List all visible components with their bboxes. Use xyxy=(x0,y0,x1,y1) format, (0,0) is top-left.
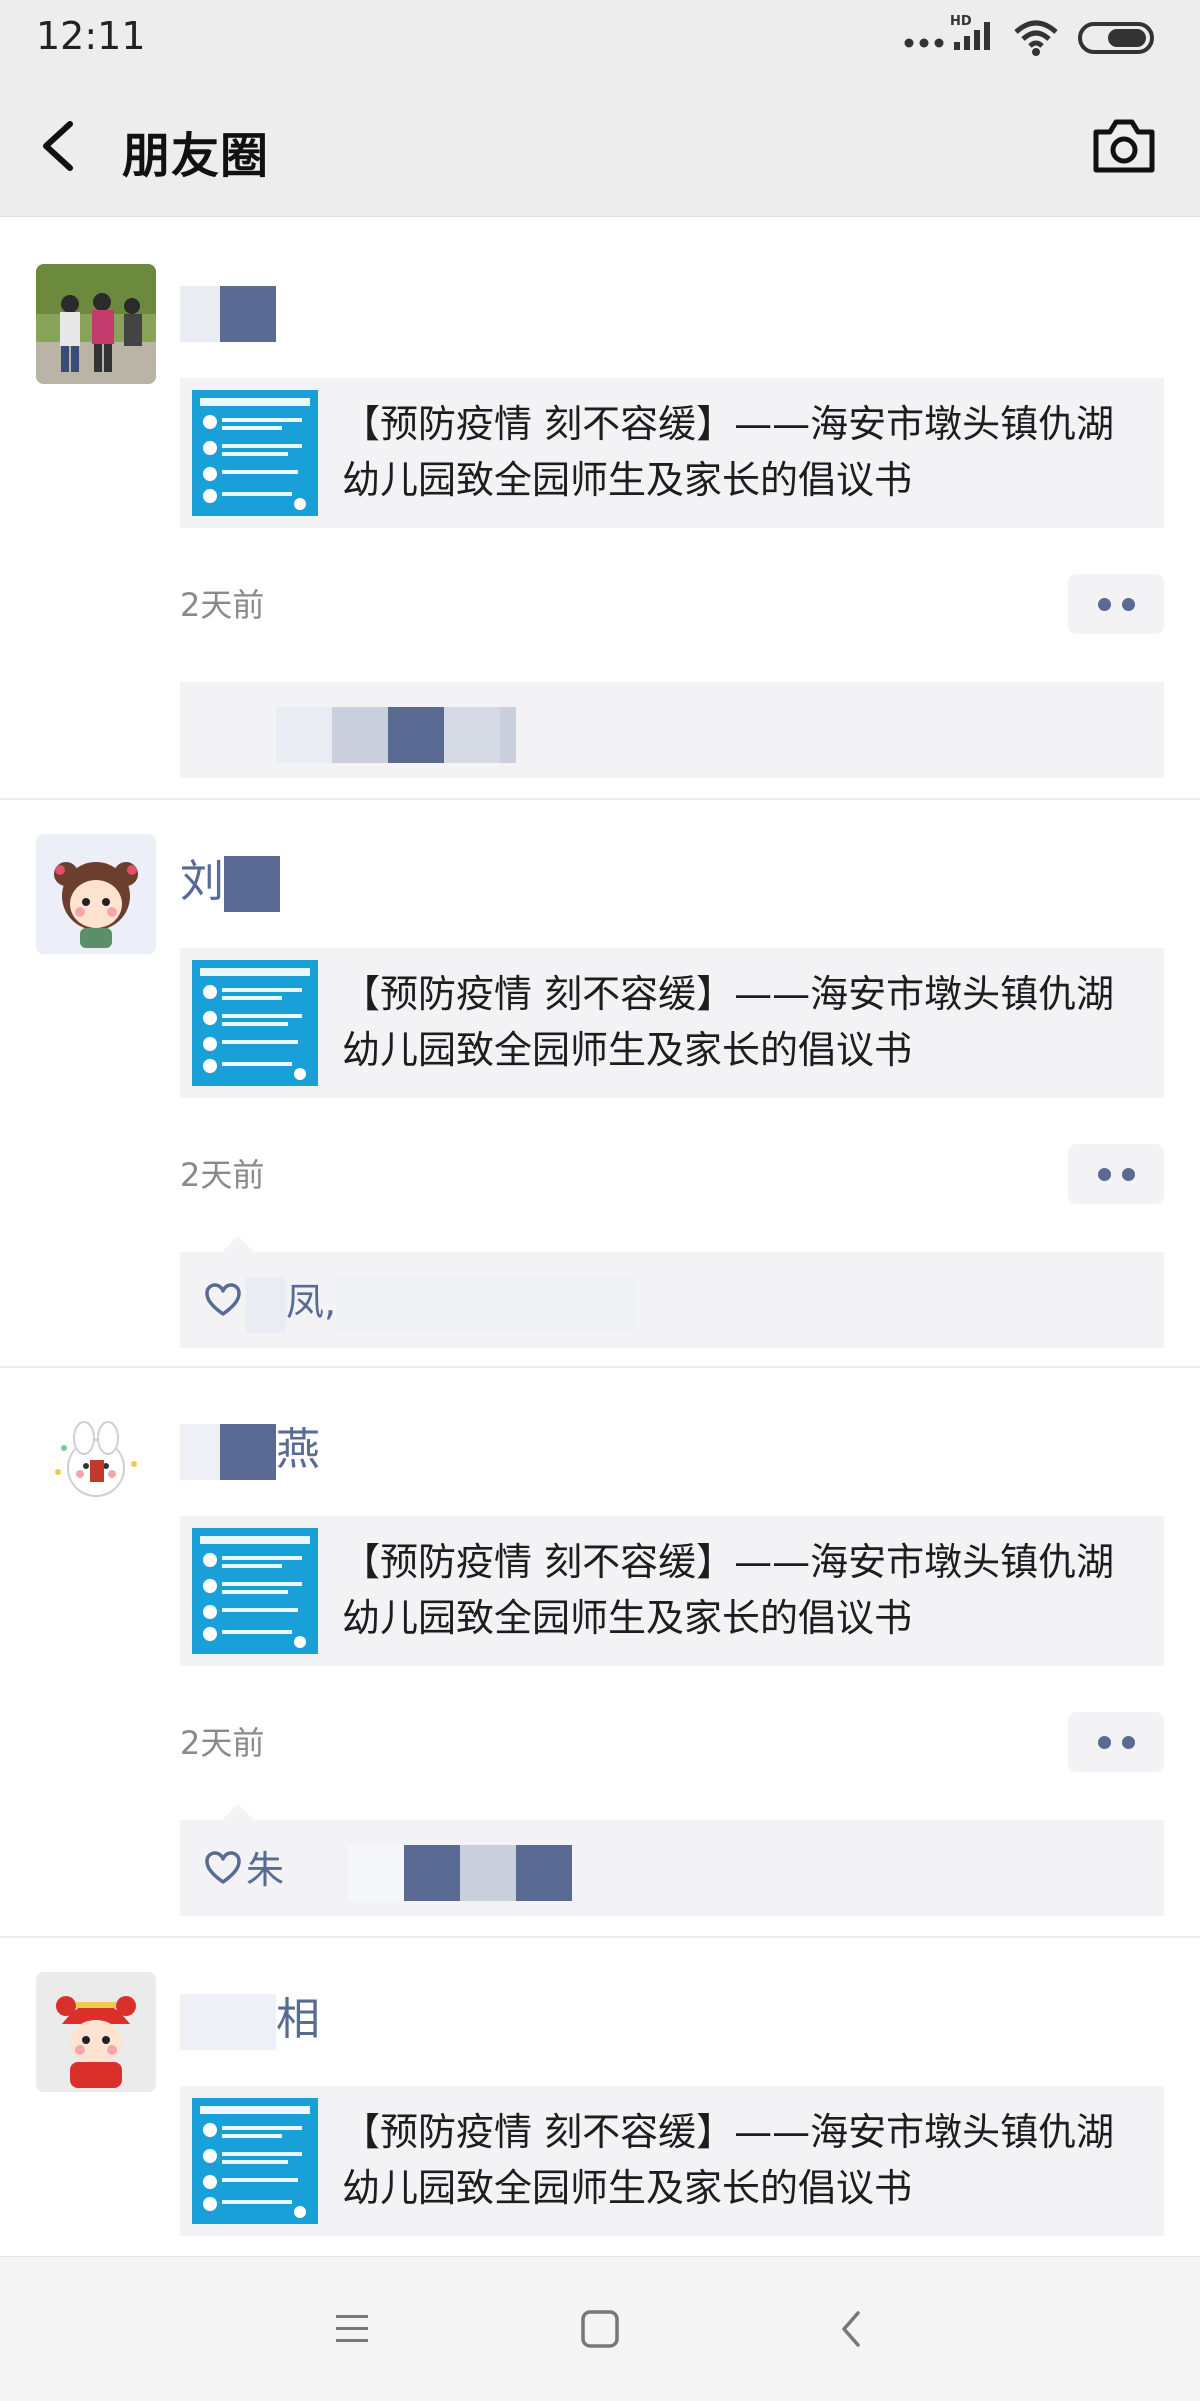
link-thumbnail xyxy=(192,390,318,516)
redacted-block xyxy=(224,856,280,912)
author-name-text: 燕 xyxy=(276,1424,320,1475)
back-triangle-icon xyxy=(824,2311,880,2361)
redacted-block xyxy=(460,1844,517,1901)
moment-post: 燕 【预防疫情 刻不容缓】——海安市墩头镇仇湖幼儿园致全园师生及家长的倡议书 2… xyxy=(0,1366,1200,1938)
wifi-icon xyxy=(1012,18,1060,62)
more-dots-icon xyxy=(904,34,944,53)
link-thumbnail xyxy=(192,960,318,1086)
likes-text: 凤, xyxy=(204,1274,637,1333)
header-bar: 朋友圈 xyxy=(0,76,1200,217)
likes-arrow xyxy=(222,1804,254,1820)
system-nav-bar xyxy=(0,2256,1200,2401)
back-button[interactable] xyxy=(30,110,90,182)
avatar[interactable] xyxy=(36,1402,156,1522)
likes-box xyxy=(180,682,1164,778)
link-thumbnail xyxy=(192,2098,318,2224)
battery-icon xyxy=(1078,18,1162,62)
link-title: 【预防疫情 刻不容缓】——海安市墩头镇仇湖幼儿园致全园师生及家长的倡议书 xyxy=(342,2110,1115,2210)
link-thumbnail xyxy=(192,1528,318,1654)
home-square-icon xyxy=(572,2310,628,2361)
menu-icon xyxy=(324,2315,380,2361)
redacted-block xyxy=(276,706,332,763)
likes-names: 凤, xyxy=(286,1280,337,1324)
post-author-name[interactable]: 相 xyxy=(180,1990,320,2050)
status-bar: 12:11 HD xyxy=(0,0,1200,76)
system-back-button[interactable] xyxy=(824,2301,880,2357)
redacted-block xyxy=(404,1844,461,1901)
redacted-block xyxy=(220,1424,276,1480)
redacted-block xyxy=(444,706,500,763)
redacted-block xyxy=(332,706,388,763)
link-card[interactable]: 【预防疫情 刻不容缓】——海安市墩头镇仇湖幼儿园致全园师生及家长的倡议书 xyxy=(180,378,1164,528)
likes-box: 朱 xyxy=(180,1804,1164,1916)
moment-post: 刘 【预防疫情 刻不容缓】——海安市墩头镇仇湖幼儿园致全园师生及家长的倡议书 2… xyxy=(0,798,1200,1368)
likes-names: 朱 xyxy=(246,1848,285,1892)
post-time: 2天前 xyxy=(180,1156,265,1194)
redacted-block xyxy=(348,1844,405,1901)
more-actions-button[interactable] xyxy=(1068,1144,1164,1204)
link-card[interactable]: 【预防疫情 刻不容缓】——海安市墩头镇仇湖幼儿园致全园师生及家长的倡议书 xyxy=(180,948,1164,1098)
post-author-name[interactable]: 燕 xyxy=(180,1420,320,1480)
page-title: 朋友圈 xyxy=(122,128,270,184)
redacted-block xyxy=(336,1276,637,1333)
chevron-left-icon xyxy=(30,121,90,186)
heart-icon xyxy=(204,1277,242,1333)
moment-post: 相 【预防疫情 刻不容缓】——海安市墩头镇仇湖幼儿园致全园师生及家长的倡议书 xyxy=(0,1936,1200,2256)
moment-post: 【预防疫情 刻不容缓】——海安市墩头镇仇湖幼儿园致全园师生及家长的倡议书 2天前 xyxy=(0,228,1200,800)
home-button[interactable] xyxy=(572,2301,628,2357)
link-title: 【预防疫情 刻不容缓】——海安市墩头镇仇湖幼儿园致全园师生及家长的倡议书 xyxy=(342,402,1115,502)
redacted-block xyxy=(220,286,276,342)
likes-box: 凤, xyxy=(180,1236,1164,1348)
link-card[interactable]: 【预防疫情 刻不容缓】——海安市墩头镇仇湖幼儿园致全园师生及家长的倡议书 xyxy=(180,2086,1164,2236)
likes-text: 朱 xyxy=(204,1842,573,1901)
menu-button[interactable] xyxy=(324,2301,380,2357)
hd-signal-icon: HD xyxy=(950,14,1000,58)
likes-arrow xyxy=(222,1236,254,1252)
status-icons: HD xyxy=(904,14,1164,58)
camera-button[interactable] xyxy=(1088,112,1160,180)
link-title: 【预防疫情 刻不容缓】——海安市墩头镇仇湖幼儿园致全园师生及家长的倡议书 xyxy=(342,972,1115,1072)
status-time: 12:11 xyxy=(36,14,146,58)
post-time: 2天前 xyxy=(180,1724,265,1762)
camera-icon xyxy=(1088,119,1160,184)
author-name-text: 刘 xyxy=(180,856,224,907)
link-card[interactable]: 【预防疫情 刻不容缓】——海安市墩头镇仇湖幼儿园致全园师生及家长的倡议书 xyxy=(180,1516,1164,1666)
post-time: 2天前 xyxy=(180,586,265,624)
link-title: 【预防疫情 刻不容缓】——海安市墩头镇仇湖幼儿园致全园师生及家长的倡议书 xyxy=(342,1540,1115,1640)
redacted-block xyxy=(516,1844,573,1901)
post-author-name[interactable]: 刘 xyxy=(180,852,280,912)
avatar[interactable] xyxy=(36,834,156,954)
more-actions-button[interactable] xyxy=(1068,1712,1164,1772)
redacted-block xyxy=(180,286,220,342)
more-actions-button[interactable] xyxy=(1068,574,1164,634)
redacted-block xyxy=(246,1276,286,1333)
hd-label: HD xyxy=(950,14,972,29)
avatar[interactable] xyxy=(36,264,156,384)
redacted-block xyxy=(388,706,444,763)
author-name-text: 相 xyxy=(276,1994,320,2045)
post-author-name[interactable] xyxy=(180,282,276,342)
likes-text xyxy=(204,704,516,763)
redacted-block xyxy=(180,1994,276,2050)
redacted-block xyxy=(500,706,516,763)
avatar[interactable] xyxy=(36,1972,156,2092)
heart-icon xyxy=(204,1845,242,1901)
redacted-block xyxy=(180,1424,220,1480)
